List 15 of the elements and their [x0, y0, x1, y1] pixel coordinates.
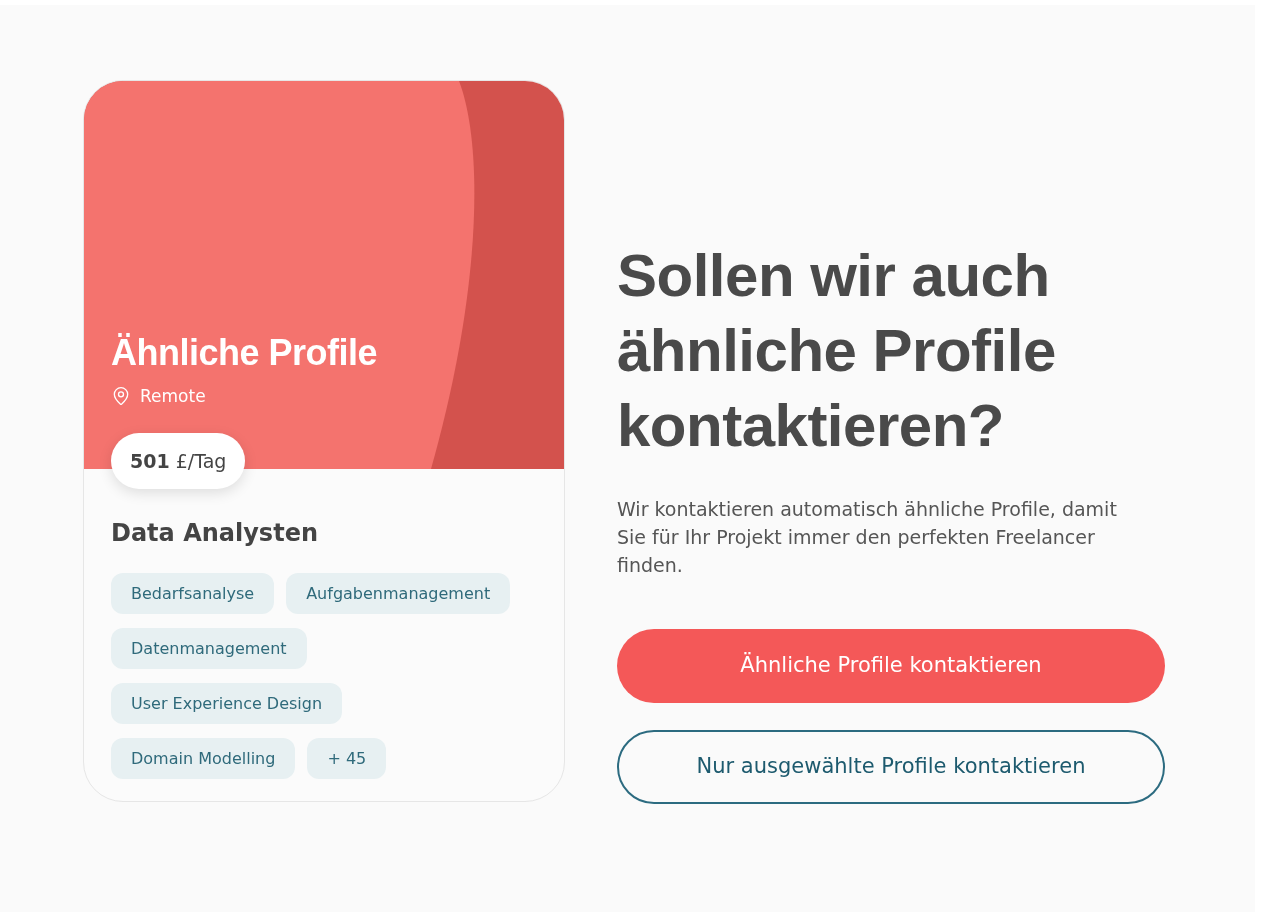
more-skills-tag[interactable]: + 45	[307, 738, 387, 779]
skill-tag: Aufgabenmanagement	[286, 573, 511, 614]
outline-button[interactable]: Nur ausgewählte Profile kontaktieren	[617, 730, 1165, 804]
primary-button[interactable]: Ähnliche Profile kontaktieren	[617, 629, 1165, 703]
location-text: Remote	[140, 385, 206, 408]
skill-tag: Domain Modelling	[111, 738, 296, 779]
skill-tag: User Experience Design	[111, 683, 343, 724]
skill-tag: Bedarfsanalyse	[111, 573, 275, 614]
map-pin-icon	[111, 385, 131, 407]
role-title: Data Analysten	[111, 518, 318, 549]
main-heading: Sollen wir auch ähnliche Profile kontaktieren?	[617, 241, 1057, 461]
card-title: Ähnliche Profile	[111, 333, 378, 373]
price-badge: 501 £/Tag	[111, 433, 246, 489]
skill-tag: Datenmanagement	[111, 628, 307, 669]
description-text: Wir kontaktieren automatisch ähnliche Profile, damit Sie für Ihr Projekt immer den perfekten Freelancer finden.	[617, 497, 1118, 578]
